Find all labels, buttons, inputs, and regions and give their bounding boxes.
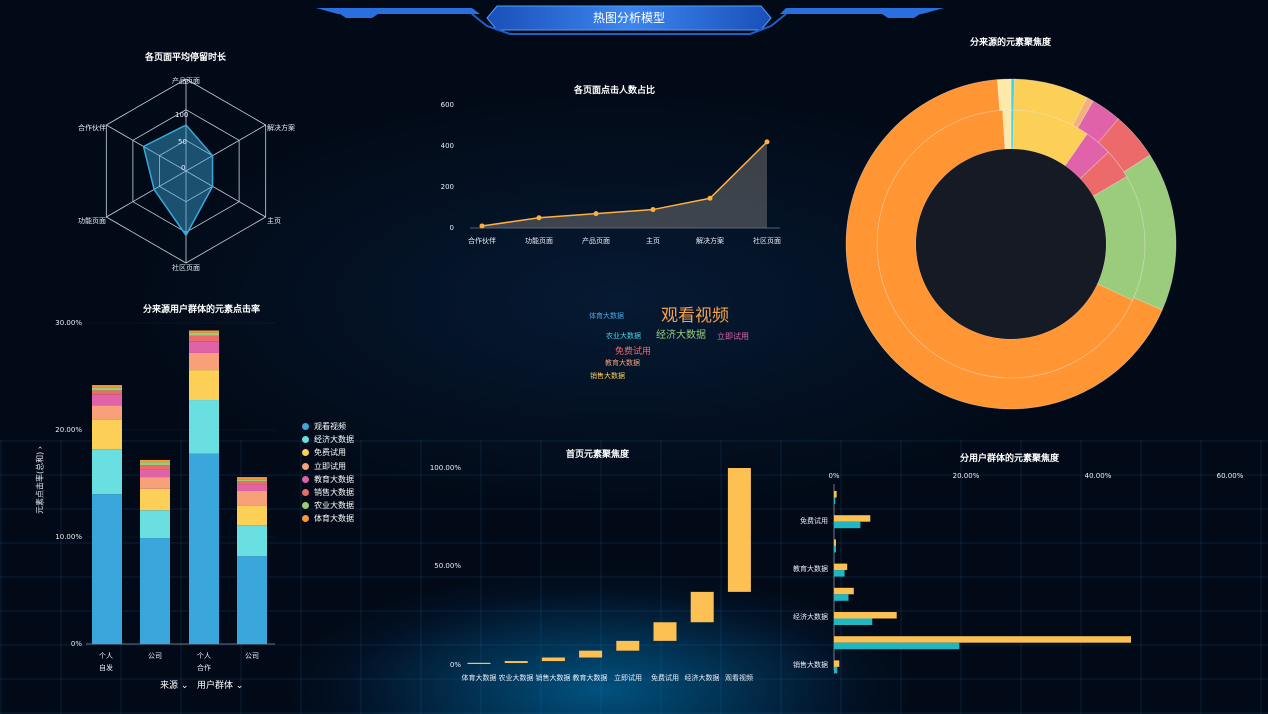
hbar-x-tick: 20.00%	[952, 472, 980, 480]
hbar-bar-series-1	[834, 612, 897, 619]
hbar-bar-series-1	[834, 660, 840, 667]
hbar-bar-series-2	[834, 642, 960, 650]
hbar-bar-series-1	[834, 539, 836, 546]
hbar-y-label: 免费试用	[800, 517, 828, 525]
hbar-x-tick: 40.00%	[1084, 472, 1112, 480]
hbar-x-tick: 0%	[828, 472, 840, 480]
hbar-y-label: 经济大数据	[793, 613, 828, 621]
hbar-bar-series-2	[834, 545, 836, 553]
hbar-y-label: 销售大数据	[793, 661, 828, 669]
hbar-bar-series-2	[834, 521, 861, 529]
hbar-bar-series-2	[834, 666, 838, 674]
hbar-bar-series-1	[834, 515, 871, 522]
horizontal-bar-chart	[833, 484, 1131, 674]
hbar-bar-series-2	[834, 497, 836, 504]
hbar-bar-series-1	[834, 563, 848, 571]
hbar-bar-series-2	[834, 594, 849, 601]
hbar-bar-series-1	[834, 491, 837, 498]
hbar-bar-series-2	[834, 570, 845, 577]
hbar-bar-series-2	[834, 618, 873, 625]
hbar-x-tick: 60.00%	[1216, 472, 1244, 480]
hbar-y-label: 教育大数据	[793, 565, 828, 573]
hbar-bar-series-1	[834, 636, 1131, 643]
hbar-bar-series-1	[834, 587, 854, 595]
